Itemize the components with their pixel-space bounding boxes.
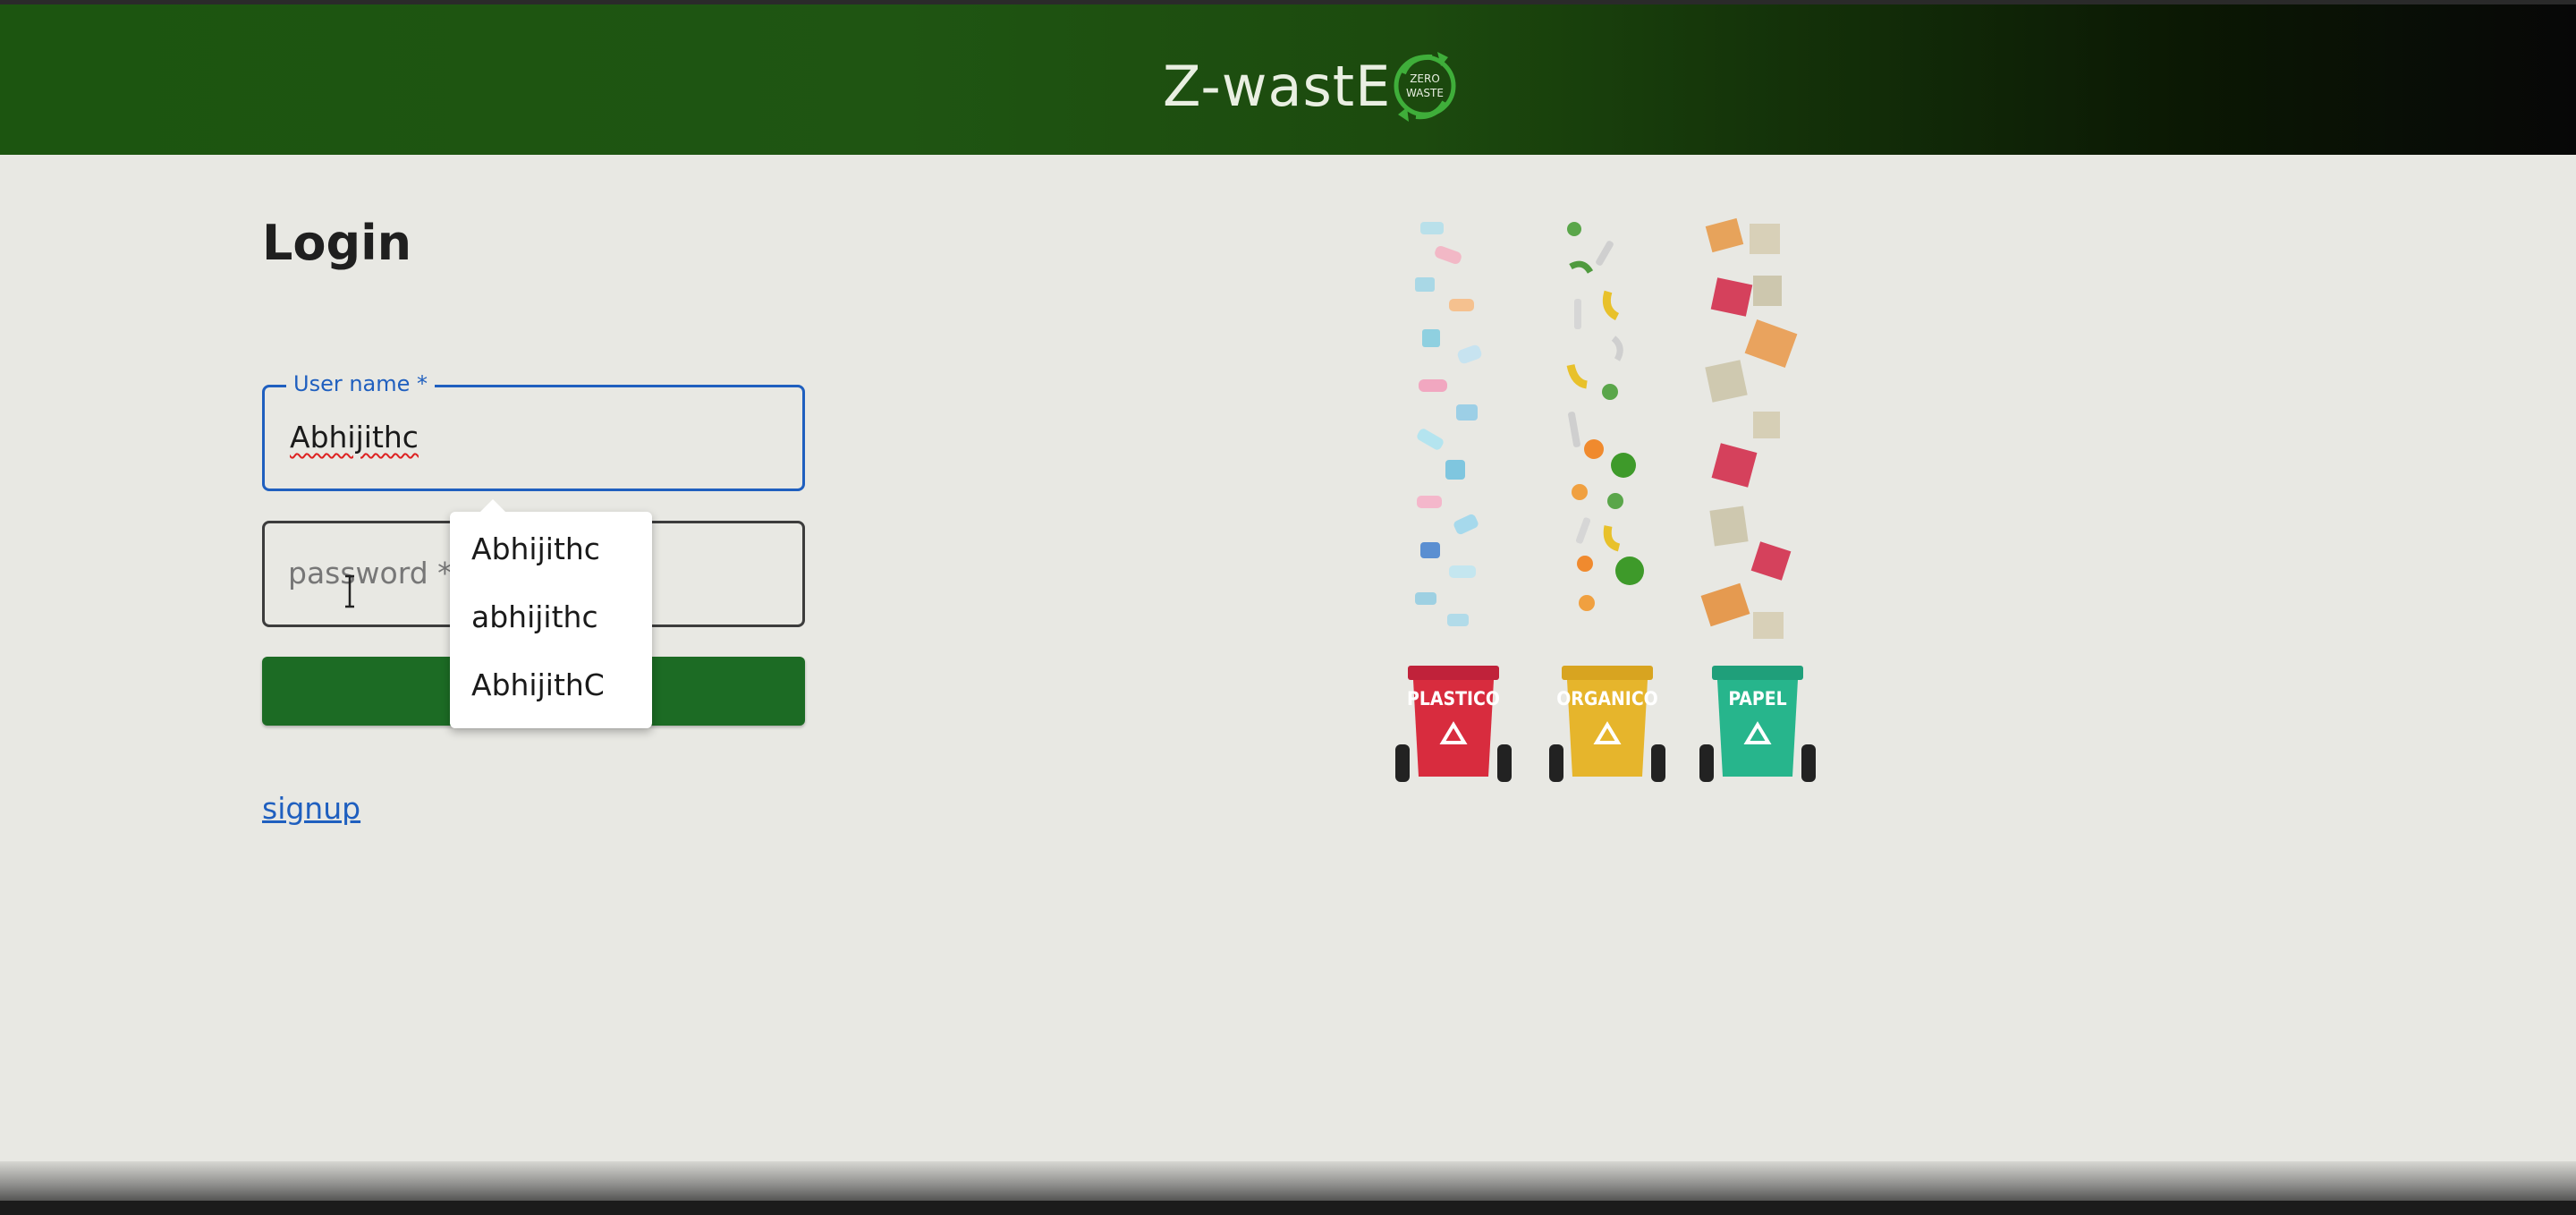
window-bottom-edge [0,1201,2576,1215]
recycle-leaf-icon: ZERO WASTE [1394,52,1456,122]
autocomplete-option[interactable]: abhijithc [471,599,598,634]
autocomplete-dropdown: Abhijithc abhijithc AbhijithC [450,499,652,728]
recycling-bins-illustration: PLASTICO ORGANICO PAPEL [1395,217,1816,782]
bin-label-plastic: PLASTICO [1407,688,1500,709]
falling-plastic-items [1415,222,1482,626]
username-label: User name * [286,371,436,396]
password-placeholder: password * [288,556,453,591]
bin-organic: ORGANICO [1549,666,1665,782]
bin-label-paper: PAPEL [1728,688,1786,709]
text-cursor-icon [345,574,354,608]
username-field[interactable]: User name * Abhijithc [262,371,805,491]
brand-logo[interactable]: Z-wastE ZERO WASTE [1163,46,1464,126]
bin-label-organic: ORGANICO [1556,688,1658,709]
bin-plastic: PLASTICO [1395,666,1512,782]
signup-link[interactable]: signup [262,791,360,826]
falling-organic-items [1566,222,1644,611]
page-title: Login [262,215,412,271]
autocomplete-option[interactable]: AbhijithC [471,667,605,702]
brand-name: Z-wastE [1163,53,1392,119]
bin-paper: PAPEL [1699,666,1816,782]
autocomplete-option[interactable]: Abhijithc [471,531,600,566]
logo-badge-bottom: WASTE [1406,87,1444,99]
falling-paper-items [1700,217,1798,639]
username-value[interactable]: Abhijithc [290,420,419,455]
logo-badge-top: ZERO [1410,72,1440,85]
app-header: Z-wastE ZERO WASTE [0,4,2576,155]
